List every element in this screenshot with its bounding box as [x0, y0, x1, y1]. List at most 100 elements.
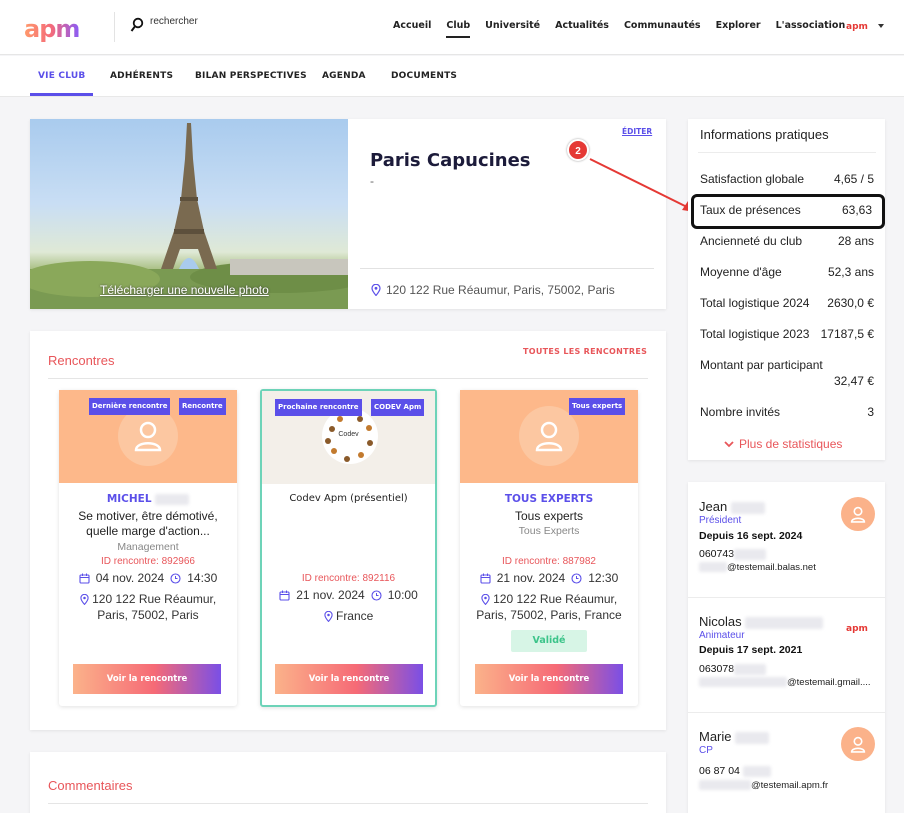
member-name: Nicolas — [699, 614, 824, 629]
meeting-category: Management — [117, 541, 179, 553]
avatar — [841, 497, 875, 531]
view-meeting-button[interactable]: Voir la rencontre — [73, 664, 221, 694]
tab-documents[interactable]: DOCUMENTS — [391, 71, 457, 81]
search-input[interactable] — [150, 16, 300, 27]
tab-agenda[interactable]: AGENDA — [322, 71, 366, 81]
upload-photo-link[interactable]: Télécharger une nouvelle photo — [100, 283, 269, 297]
nav-communautes[interactable]: Communautés — [624, 20, 701, 38]
divider — [48, 803, 648, 804]
member-role: Animateur — [699, 630, 745, 641]
meeting-header: Tous experts — [460, 390, 638, 483]
eiffel-tower-image — [30, 123, 348, 309]
main-nav: Accueil Club Université Actualités Commu… — [393, 20, 860, 38]
sub-nav: VIE CLUB ADHÉRENTS BILAN PERSPECTIVES AG… — [0, 56, 904, 97]
tab-bilan-perspectives[interactable]: BILAN PERSPECTIVES — [195, 71, 307, 81]
tag-rencontre: Rencontre — [179, 398, 226, 415]
edit-link[interactable]: ÉDITER — [622, 127, 652, 136]
divider — [360, 268, 654, 269]
info-row-invites: Nombre invités 3 — [700, 405, 874, 419]
nav-accueil[interactable]: Accueil — [393, 20, 431, 38]
meeting-time: 14:30 — [187, 571, 218, 585]
calendar-icon — [279, 590, 290, 601]
apm-logo[interactable]: apm — [24, 15, 80, 43]
user-icon — [850, 736, 866, 753]
avatar — [519, 406, 579, 466]
annotation-arrow — [589, 158, 695, 212]
member-since: Depuis 17 sept. 2021 — [699, 644, 803, 656]
meeting-time: 10:00 — [387, 588, 418, 602]
meeting-id: ID rencontre: 892966 — [101, 556, 195, 567]
apm-brand-logo: apm — [846, 624, 868, 634]
meeting-card[interactable]: Tous experts TOUS EXPERTS Tous experts T… — [460, 390, 638, 706]
view-meeting-button[interactable]: Voir la rencontre — [275, 664, 423, 694]
tab-vie-club[interactable]: VIE CLUB — [30, 71, 94, 96]
info-row-anciennete: Ancienneté du club 28 ans — [700, 234, 874, 248]
meeting-datetime: 04 nov. 2024 14:30 — [59, 571, 237, 585]
meeting-subject: Tous experts — [514, 509, 584, 523]
meeting-card[interactable]: Codev Prochaine rencontre CODEV Apm Code… — [260, 389, 437, 707]
avatar — [118, 406, 178, 466]
location-pin-icon — [481, 594, 490, 606]
calendar-icon — [79, 573, 90, 584]
info-row-logistique-2023: Total logistique 2023 17187,5 € — [700, 327, 874, 341]
member-role: CP — [699, 745, 713, 756]
user-menu[interactable]: apm — [846, 22, 868, 32]
nav-explorer[interactable]: Explorer — [716, 20, 761, 38]
meeting-datetime: 21 nov. 2024 12:30 — [460, 571, 638, 585]
meeting-card[interactable]: Dernière rencontre Rencontre MICHEL Se m… — [59, 390, 237, 706]
search-icon[interactable] — [130, 17, 144, 33]
meeting-header: Dernière rencontre Rencontre — [59, 390, 237, 483]
all-rencontres-link[interactable]: TOUTES LES RENCONTRES — [523, 347, 647, 356]
club-address: 120 122 Rue Réaumur, Paris, 75002, Paris — [386, 283, 615, 297]
tag-tous-experts: Tous experts — [569, 398, 626, 415]
clock-icon — [571, 572, 582, 584]
club-photo — [30, 119, 348, 309]
clock-icon — [170, 572, 181, 584]
avatar — [841, 727, 875, 761]
clock-icon — [371, 589, 382, 601]
member-email[interactable]: @testemail.apm.fr — [699, 780, 828, 791]
tag-derniere-rencontre: Dernière rencontre — [89, 398, 171, 415]
user-icon — [134, 421, 162, 452]
meeting-host: TOUS EXPERTS — [504, 493, 594, 505]
nav-club[interactable]: Club — [446, 20, 471, 38]
meeting-id: ID rencontre: 887982 — [502, 556, 596, 567]
member-phone: 06 87 04 — [699, 765, 771, 777]
meeting-time: 12:30 — [588, 571, 619, 585]
meeting-date: 21 nov. 2024 — [296, 588, 365, 602]
codev-logo-text: Codev — [338, 431, 359, 438]
top-bar: apm Accueil Club Université Actualités C… — [0, 0, 904, 55]
tab-adherents[interactable]: ADHÉRENTS — [110, 71, 173, 81]
calendar-icon — [480, 573, 491, 584]
location-pin-icon — [80, 594, 89, 606]
member-phone: 060743 — [699, 548, 767, 560]
more-stats-link[interactable]: Plus de statistiques — [724, 437, 842, 451]
divider — [688, 712, 885, 713]
tag-prochaine-rencontre: Prochaine rencontre — [275, 399, 362, 416]
meeting-subject: Se motiver, être démotivé, quelle marge … — [78, 509, 218, 538]
chevron-down-icon[interactable] — [878, 24, 884, 28]
member-email[interactable]: @testemail.balas.net — [699, 562, 816, 573]
divider — [114, 12, 115, 42]
user-icon — [850, 506, 866, 523]
member-email[interactable]: @testemail.gmail.... — [699, 677, 871, 688]
member-since: Depuis 16 sept. 2024 — [699, 530, 803, 542]
meeting-date: 04 nov. 2024 — [95, 571, 165, 585]
tag-codev-apm: CODEV Apm — [371, 399, 425, 416]
meeting-date: 21 nov. 2024 — [496, 571, 566, 585]
meeting-datetime: 21 nov. 2024 10:00 — [262, 588, 435, 602]
meeting-header: Codev Prochaine rencontre CODEV Apm — [262, 391, 435, 484]
nav-association[interactable]: L'association — [776, 20, 846, 38]
view-meeting-button[interactable]: Voir la rencontre — [475, 664, 623, 694]
location-pin-icon — [371, 284, 381, 296]
info-row-satisfaction: Satisfaction globale 4,65 / 5 — [700, 172, 874, 186]
status-badge: Validé — [511, 630, 587, 652]
meeting-id: ID rencontre: 892116 — [301, 573, 396, 584]
meeting-location: France — [262, 608, 435, 624]
chevron-down-icon — [724, 440, 734, 447]
nav-universite[interactable]: Université — [485, 20, 540, 38]
commentaires-title: Commentaires — [48, 778, 133, 793]
infos-title: Informations pratiques — [700, 127, 829, 142]
nav-actualites[interactable]: Actualités — [555, 20, 609, 38]
meeting-host: MICHEL — [59, 493, 237, 505]
